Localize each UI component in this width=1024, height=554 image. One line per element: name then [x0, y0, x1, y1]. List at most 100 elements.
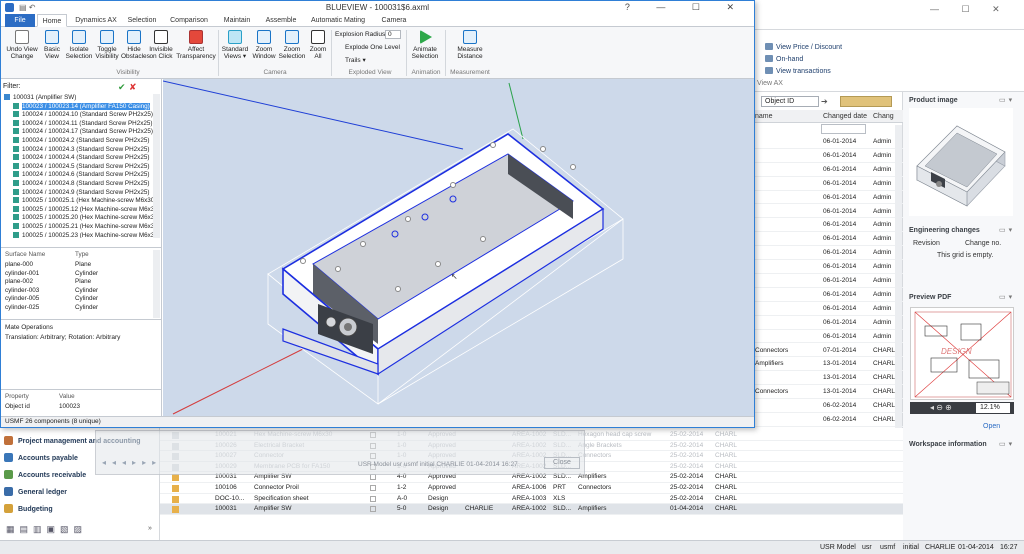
ax-grid-row[interactable]: 06-01-2014 Admin — [755, 149, 903, 163]
component-tree[interactable]: 100031 (Amplifier SW) 100023 / 100023.14 … — [1, 94, 153, 238]
ghost-close-button[interactable]: Close — [544, 457, 580, 469]
tree-item[interactable]: 100024 / 100024.17 (Standard Screw PH2x2… — [1, 128, 153, 137]
ax-grid-row[interactable]: 06-01-2014 Admin — [755, 177, 903, 191]
tree-item[interactable]: 100024 / 100024.5 (Standard Screw PH2x25… — [1, 162, 153, 172]
zoom-window-button[interactable]: Zoom Window — [250, 30, 278, 60]
zoom-selection-button[interactable]: Zoom Selection — [278, 30, 306, 60]
ax-grid-row[interactable]: 06-01-2014 Admin — [755, 260, 903, 274]
pdf-preview[interactable]: DESIGN — [910, 307, 1014, 400]
tree-item[interactable]: 100025 / 100025.20 (Hex Machine-screw M6… — [1, 214, 153, 223]
component-checkbox-icon[interactable] — [13, 145, 19, 152]
ax-grid-row[interactable]: Amplifiers 13-01-2014 CHARL — [755, 357, 903, 372]
grid-scrollbar[interactable] — [895, 125, 902, 465]
basic-view-button[interactable]: Basic View — [39, 30, 65, 60]
component-checkbox-icon[interactable] — [13, 180, 19, 186]
isolate-selection-button[interactable]: Isolate Selection — [65, 30, 93, 60]
tree-item[interactable]: 100025 / 100025.1 (Hex Machine-screw M6x… — [1, 197, 153, 206]
view-price-discount-link[interactable]: View Price / Discount — [765, 43, 842, 51]
ax-grid-row[interactable]: Connectors 13-01-2014 CHARL — [755, 385, 903, 400]
pdf-zoom-field[interactable]: 12.1% — [976, 403, 1010, 413]
nav-module-icons[interactable]: ▦▤▥▣▧▨ — [6, 524, 87, 535]
component-checkbox-icon[interactable] — [13, 214, 19, 221]
date-filter-input[interactable] — [821, 124, 866, 134]
ax-grid-row[interactable]: 06-01-2014 Admin — [755, 232, 903, 247]
undo-view-change-button[interactable]: Undo View Change — [5, 30, 39, 60]
tree-item[interactable]: 100024 / 100024.6 (Standard Screw PH2x25… — [1, 171, 153, 180]
panel-buttons[interactable]: ▭▾ — [999, 293, 1015, 301]
ax-grid-row[interactable]: 06-02-2014 CHARL — [755, 399, 903, 413]
component-checkbox-icon[interactable] — [13, 102, 19, 109]
ax-grid-row[interactable]: Connectors 07-01-2014 CHARL — [755, 344, 903, 358]
component-checkbox-icon[interactable] — [4, 94, 10, 100]
tree-item[interactable]: 100024 / 100024.8 (Standard Screw PH2x25… — [1, 180, 153, 189]
nav-accounts-payable[interactable]: Accounts payable — [4, 453, 78, 462]
standard-views-button[interactable]: Standard Views ▾ — [220, 30, 250, 60]
tab-comparison[interactable]: Comparison — [167, 14, 211, 27]
on-hand-link[interactable]: On-hand — [765, 55, 803, 63]
ax-grid-row[interactable]: 06-01-2014 Admin — [755, 288, 903, 302]
clear-filter-icon[interactable]: ✘ — [129, 82, 137, 93]
surface-row[interactable]: cylinder-005 Cylinder — [5, 295, 155, 304]
ax-window-controls[interactable]: — ☐ ✕ — [930, 4, 1010, 15]
tab-file[interactable]: File — [5, 14, 35, 27]
nav-accounts-receivable[interactable]: Accounts receivable — [4, 470, 86, 479]
surface-row[interactable]: cylinder-025 Cylinder — [5, 304, 155, 313]
tree-item[interactable]: 100024 / 100024.11 (Standard Screw PH2x2… — [1, 119, 153, 129]
apply-filter-icon[interactable]: ✔ — [118, 82, 126, 93]
table-row[interactable]: DOC-10... Specification sheet A-0 Design ARE… — [160, 494, 903, 505]
table-row[interactable]: 100031 Amplifier SW 5-0 Design CHARLIE AREA-1… — [160, 504, 903, 515]
component-checkbox-icon[interactable] — [13, 231, 19, 238]
ax-grid-row[interactable]: 06-01-2014 Admin — [755, 274, 903, 288]
change-no-col[interactable]: Change no. — [965, 240, 1001, 247]
object-id-field[interactable]: Object ID — [761, 96, 819, 107]
ax-grid-row[interactable]: 13-01-2014 CHARL — [755, 371, 903, 386]
tree-item[interactable]: 100024 / 100024.3 (Standard Screw PH2x25… — [1, 145, 153, 155]
3d-viewport[interactable]: ↖ — [163, 79, 754, 416]
ax-grid-row[interactable]: 06-01-2014 Admin — [755, 330, 903, 344]
row-checkbox[interactable] — [370, 506, 376, 513]
explode-one-level-button[interactable]: Explode One Level — [345, 44, 400, 51]
surface-scrollbar[interactable] — [153, 250, 160, 318]
tab-camera[interactable]: Camera — [377, 14, 411, 27]
tab-automatic-mating[interactable]: Automatic Mating — [307, 14, 369, 27]
tab-maintain[interactable]: Maintain — [219, 14, 255, 27]
surface-row[interactable]: plane-002 Plane — [5, 278, 155, 287]
component-checkbox-icon[interactable] — [13, 119, 19, 126]
panel-buttons[interactable]: ▭▾ — [999, 226, 1015, 234]
tree-item[interactable]: 100025 / 100025.12 (Hex Machine-screw M6… — [1, 205, 153, 215]
tree-item[interactable]: 100025 / 100025.21 (Hex Machine-screw M6… — [1, 223, 153, 232]
component-checkbox-icon[interactable] — [13, 128, 19, 135]
col-name[interactable]: name — [755, 113, 773, 120]
nav-expand-icon[interactable]: » — [148, 525, 152, 532]
trails-dropdown[interactable]: Trails ▾ — [345, 56, 366, 64]
tab-selection[interactable]: Selection — [125, 14, 159, 27]
tree-item[interactable]: 100024 / 100024.9 (Standard Screw PH2x25… — [1, 188, 153, 198]
tab-assemble[interactable]: Assemble — [263, 14, 299, 27]
col-changed-date[interactable]: Changed date — [823, 113, 867, 120]
measure-distance-button[interactable]: Measure Distance — [449, 30, 491, 60]
component-checkbox-icon[interactable] — [13, 205, 19, 212]
component-checkbox-icon[interactable] — [13, 162, 19, 169]
nav-general-ledger[interactable]: General ledger — [4, 487, 67, 496]
window-controls[interactable]: ? — ☐ ✕ — [625, 2, 746, 13]
ax-grid-row[interactable]: 06-01-2014 Admin — [755, 246, 903, 261]
animate-selection-button[interactable]: Animate Selection — [408, 30, 442, 60]
pdf-nav-icons[interactable]: ◂ ⊖ ⊕ — [930, 403, 952, 412]
ax-grid-row[interactable]: 06-01-2014 Admin — [755, 205, 903, 219]
invisible-on-click-button[interactable]: Invisible on Click — [147, 30, 175, 60]
tree-item[interactable]: 100024 / 100024.4 (Standard Screw PH2x25… — [1, 154, 153, 163]
col-changed-by[interactable]: Chang — [873, 113, 894, 120]
revision-col[interactable]: Revision — [913, 240, 940, 247]
component-checkbox-icon[interactable] — [13, 223, 19, 229]
component-checkbox-icon[interactable] — [13, 188, 19, 195]
component-checkbox-icon[interactable] — [13, 137, 19, 143]
panel-buttons[interactable]: ▭▾ — [999, 440, 1015, 448]
toggle-visibility-button[interactable]: Toggle Visibility — [93, 30, 121, 60]
zoom-all-button[interactable]: Zoom All — [306, 30, 330, 60]
go-arrow-icon[interactable]: ➔ — [821, 97, 828, 106]
surface-row[interactable]: plane-000 Plane — [5, 261, 155, 270]
affect-transparency-button[interactable]: Affect Transparency — [175, 30, 217, 60]
component-checkbox-icon[interactable] — [13, 171, 19, 178]
tree-item[interactable]: 100024 / 100024.10 (Standard Screw PH2x2… — [1, 111, 153, 120]
row-checkbox[interactable] — [370, 485, 376, 491]
